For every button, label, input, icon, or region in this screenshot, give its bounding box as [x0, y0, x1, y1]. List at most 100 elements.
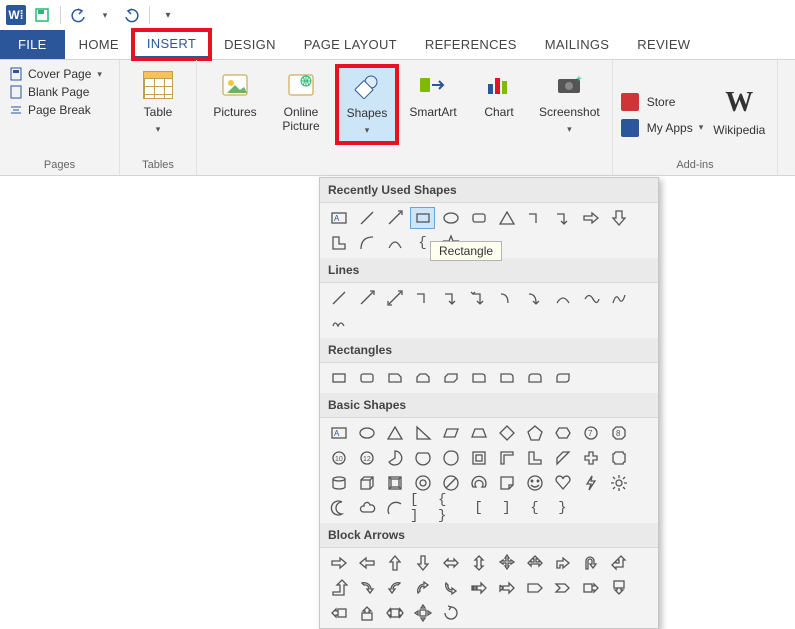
- shape-arrow-uturn[interactable]: [578, 552, 603, 574]
- shape-curve[interactable]: [382, 232, 407, 254]
- shape-snip-same[interactable]: [410, 367, 435, 389]
- shape-left-bracket[interactable]: [: [466, 497, 491, 519]
- shape-sun[interactable]: [606, 472, 631, 494]
- shape-right-triangle[interactable]: [410, 422, 435, 444]
- shape-arrow-left-up[interactable]: [606, 552, 631, 574]
- tab-references[interactable]: REFERENCES: [411, 30, 531, 59]
- shape-right-brace[interactable]: }: [550, 497, 575, 519]
- shape-elbow-arrow[interactable]: [438, 287, 463, 309]
- shape-arrow-callout-left[interactable]: [326, 602, 351, 624]
- qat-customize-icon[interactable]: ▾: [158, 5, 178, 25]
- shape-smiley[interactable]: [522, 472, 547, 494]
- shape-arrow-bent[interactable]: [550, 552, 575, 574]
- shape-right-bracket[interactable]: ]: [494, 497, 519, 519]
- shape-lightning[interactable]: [578, 472, 603, 494]
- shape-cube[interactable]: [354, 472, 379, 494]
- page-break-button[interactable]: Page Break: [8, 102, 102, 118]
- shape-curved-double-arrow[interactable]: [550, 287, 575, 309]
- shape-arrow-up-down[interactable]: [466, 552, 491, 574]
- shape-arrow-callout-up[interactable]: [354, 602, 379, 624]
- shape-rounded-rect[interactable]: [466, 207, 491, 229]
- my-apps-button[interactable]: My Apps ▾: [621, 119, 704, 137]
- shape-moon[interactable]: [326, 497, 351, 519]
- cover-page-button[interactable]: Cover Page▾: [8, 66, 102, 82]
- shape-arrow-up[interactable]: [382, 552, 407, 574]
- shape-curved-connector[interactable]: [494, 287, 519, 309]
- shape-elbow-arrow[interactable]: [550, 207, 575, 229]
- tab-mailings[interactable]: MAILINGS: [531, 30, 624, 59]
- shape-triangle[interactable]: [382, 422, 407, 444]
- shape-arrow-bent-up[interactable]: [326, 577, 351, 599]
- tab-design[interactable]: DESIGN: [210, 30, 290, 59]
- tab-file[interactable]: FILE: [0, 30, 65, 59]
- shape-frame[interactable]: [466, 447, 491, 469]
- shape-arc[interactable]: [382, 497, 407, 519]
- shape-oval[interactable]: [354, 422, 379, 444]
- chart-button[interactable]: Chart: [469, 66, 529, 122]
- shape-curved-arrow[interactable]: [522, 287, 547, 309]
- smartart-button[interactable]: SmartArt: [403, 66, 463, 122]
- shape-arrow-down[interactable]: [410, 552, 435, 574]
- shape-freeform[interactable]: [606, 287, 631, 309]
- shape-rounded-rect[interactable]: [354, 367, 379, 389]
- shape-plaque[interactable]: [606, 447, 631, 469]
- shape-pentagon[interactable]: [522, 422, 547, 444]
- shape-plus[interactable]: [578, 447, 603, 469]
- shape-curve-freeform[interactable]: [578, 287, 603, 309]
- shape-heptagon[interactable]: 7: [578, 422, 603, 444]
- shape-trapezoid[interactable]: [466, 422, 491, 444]
- shape-octagon[interactable]: 8: [606, 422, 631, 444]
- online-pictures-button[interactable]: Online Picture: [271, 66, 331, 136]
- undo-more-icon[interactable]: ▾: [95, 5, 115, 25]
- shape-snip-round[interactable]: [466, 367, 491, 389]
- shape-arrow-callout-quad[interactable]: [410, 602, 435, 624]
- shape-arc[interactable]: [354, 232, 379, 254]
- shape-l-shape[interactable]: [326, 232, 351, 254]
- shape-arrow-left[interactable]: [354, 552, 379, 574]
- shape-double-brace[interactable]: { }: [438, 497, 463, 519]
- shape-folded-corner[interactable]: [494, 472, 519, 494]
- shape-arrow-curved-down[interactable]: [438, 577, 463, 599]
- pictures-button[interactable]: Pictures: [205, 66, 265, 122]
- shape-oval[interactable]: [438, 207, 463, 229]
- shape-arrow-chevron[interactable]: [550, 577, 575, 599]
- shape-round-diag[interactable]: [550, 367, 575, 389]
- tab-page-layout[interactable]: PAGE LAYOUT: [290, 30, 411, 59]
- shape-decagon[interactable]: 10: [326, 447, 351, 469]
- shape-arrow-callout-leftright[interactable]: [382, 602, 407, 624]
- shape-arrow-left-right-up[interactable]: [522, 552, 547, 574]
- shape-chord[interactable]: [410, 447, 435, 469]
- shape-left-brace[interactable]: {: [522, 497, 547, 519]
- shape-line-double-arrow[interactable]: [382, 287, 407, 309]
- shape-arrow-callout-down[interactable]: [606, 577, 631, 599]
- shape-arrow-pentagon[interactable]: [522, 577, 547, 599]
- shape-arrow-notched[interactable]: [494, 577, 519, 599]
- shape-line-arrow[interactable]: [382, 207, 407, 229]
- shape-arrow-curved-left[interactable]: [382, 577, 407, 599]
- shape-line-arrow[interactable]: [354, 287, 379, 309]
- shape-round-same[interactable]: [522, 367, 547, 389]
- shape-arrow-striped[interactable]: [466, 577, 491, 599]
- shape-pie[interactable]: [382, 447, 407, 469]
- shape-parallelogram[interactable]: [438, 422, 463, 444]
- tab-review[interactable]: REVIEW: [623, 30, 704, 59]
- shape-arrow-callout-right[interactable]: [578, 577, 603, 599]
- wikipedia-button[interactable]: W Wikipedia: [709, 84, 769, 140]
- shape-text-box[interactable]: A: [326, 207, 351, 229]
- shape-arrow-right[interactable]: [326, 552, 351, 574]
- save-icon[interactable]: [32, 5, 52, 25]
- shape-no-symbol[interactable]: [438, 472, 463, 494]
- shape-block-arc[interactable]: [466, 472, 491, 494]
- shape-elbow-connector[interactable]: [522, 207, 547, 229]
- shape-arrow-circular[interactable]: [438, 602, 463, 624]
- shape-cloud[interactable]: [354, 497, 379, 519]
- shape-teardrop[interactable]: [438, 447, 463, 469]
- shape-scribble[interactable]: [326, 312, 351, 334]
- shape-elbow-connector[interactable]: [410, 287, 435, 309]
- shape-can[interactable]: [326, 472, 351, 494]
- shape-line[interactable]: [326, 287, 351, 309]
- shape-line[interactable]: [354, 207, 379, 229]
- shape-snip-diag[interactable]: [438, 367, 463, 389]
- shape-rectangle[interactable]: [326, 367, 351, 389]
- shape-arrow-curved-up[interactable]: [410, 577, 435, 599]
